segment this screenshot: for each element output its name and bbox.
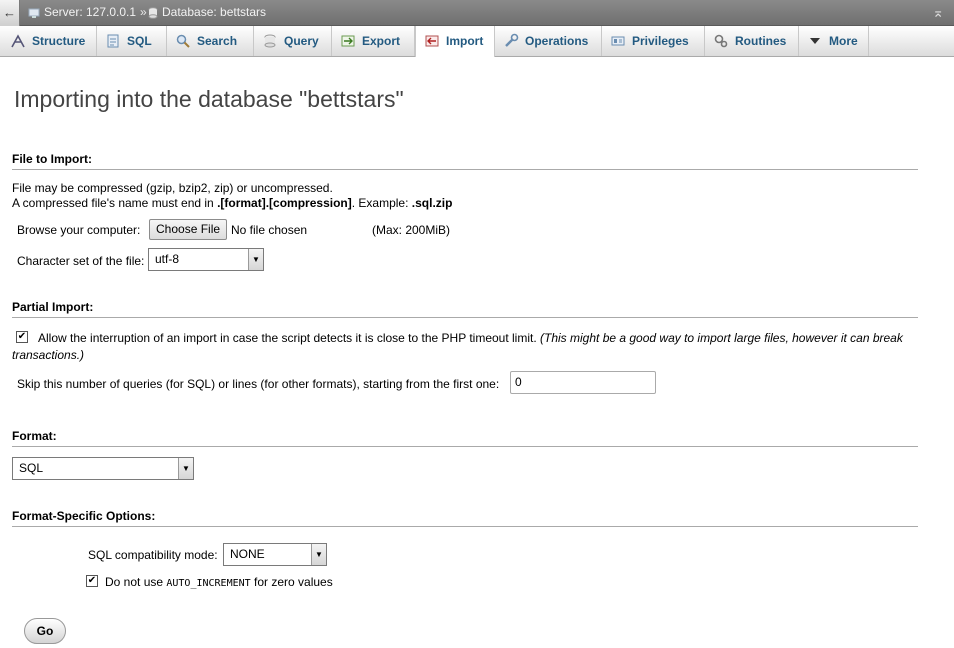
routines-icon xyxy=(714,34,728,48)
import-icon xyxy=(425,35,439,47)
collapse-icon[interactable]: ⌅ xyxy=(932,0,944,25)
breadcrumb-database-link[interactable]: Database: bettstars xyxy=(148,0,266,26)
tab-routines-label: Routines xyxy=(735,34,787,48)
charset-value: utf-8 xyxy=(155,252,180,266)
compressed-name-note: A compressed file's name must end in .[f… xyxy=(12,196,452,210)
tab-bar: Structure SQL Search Query Export Import… xyxy=(0,26,954,57)
format-options-heading: Format-Specific Options: xyxy=(12,509,918,527)
tab-query[interactable]: Query xyxy=(254,26,332,56)
skip-queries-label: Skip this number of queries (for SQL) or… xyxy=(17,377,500,391)
tab-privileges-label: Privileges xyxy=(632,34,689,48)
sql-compat-label: SQL compatibility mode: xyxy=(88,548,218,562)
export-icon xyxy=(341,35,355,47)
max-size-text: (Max: 200MiB) xyxy=(372,223,451,237)
chevron-down-icon: ▼ xyxy=(311,544,326,565)
partial-import-heading: Partial Import: xyxy=(12,300,918,318)
file-to-import-heading: File to Import: xyxy=(12,152,918,170)
privileges-icon xyxy=(611,36,625,46)
tab-more[interactable]: More xyxy=(799,26,869,56)
auto-inc-code: AUTO_INCREMENT xyxy=(166,578,251,589)
chevron-down-icon: ▼ xyxy=(178,458,193,479)
operations-icon xyxy=(505,33,519,47)
charset-select[interactable]: utf-8 ▼ xyxy=(148,248,264,271)
note-format: .[format].[compression] xyxy=(217,196,352,210)
allow-interrupt-text: Allow the interruption of an import in c… xyxy=(38,331,537,345)
auto-inc-suffix: for zero values xyxy=(250,575,333,589)
go-button[interactable]: Go xyxy=(24,618,66,644)
compression-note: File may be compressed (gzip, bzip2, zip… xyxy=(12,181,333,195)
breadcrumb-separator: » xyxy=(140,5,147,19)
query-icon xyxy=(264,34,276,48)
charset-label: Character set of the file: xyxy=(17,254,145,268)
note-mid: . Example: xyxy=(351,196,412,210)
tab-structure[interactable]: Structure xyxy=(2,26,97,56)
skip-queries-input[interactable]: 0 xyxy=(510,371,656,394)
no-file-chosen-text: No file chosen xyxy=(231,223,308,237)
format-value: SQL xyxy=(19,461,44,475)
tab-operations[interactable]: Operations xyxy=(495,26,602,56)
tab-routines[interactable]: Routines xyxy=(705,26,799,56)
sql-compat-value: NONE xyxy=(230,547,265,561)
no-auto-increment-label: Do not use AUTO_INCREMENT for zero value… xyxy=(105,575,333,589)
format-select[interactable]: SQL ▼ xyxy=(12,457,194,480)
database-icon xyxy=(148,7,158,19)
auto-inc-prefix: Do not use xyxy=(105,575,167,589)
search-icon xyxy=(176,34,190,48)
chevron-down-icon: ▼ xyxy=(248,249,263,270)
structure-icon xyxy=(11,34,25,48)
choose-file-button[interactable]: Choose File xyxy=(149,219,228,240)
note-prefix: A compressed file's name must end in xyxy=(12,196,218,210)
breadcrumb-server-label: Server: 127.0.0.1 xyxy=(44,5,137,19)
sql-compat-select[interactable]: NONE ▼ xyxy=(223,543,327,566)
tab-search-label: Search xyxy=(197,34,238,48)
no-auto-increment-checkbox[interactable]: ✔ xyxy=(86,575,98,587)
breadcrumb-bar: ← Server: 127.0.0.1 » Database: bettstar… xyxy=(0,0,954,26)
breadcrumb-server-link[interactable]: Server: 127.0.0.1 xyxy=(28,0,136,26)
tab-import-label: Import xyxy=(446,34,484,48)
tab-operations-label: Operations xyxy=(525,34,589,48)
tab-sql[interactable]: SQL xyxy=(97,26,167,56)
tab-privileges[interactable]: Privileges xyxy=(602,26,705,56)
format-heading: Format: xyxy=(12,429,918,447)
server-icon xyxy=(28,8,40,18)
tab-sql-label: SQL xyxy=(127,34,152,48)
tab-query-label: Query xyxy=(284,34,319,48)
tab-export[interactable]: Export xyxy=(332,26,415,56)
tab-more-label: More xyxy=(829,34,858,48)
sql-icon xyxy=(107,34,119,48)
back-arrow-icon[interactable]: ← xyxy=(0,0,20,26)
tab-import[interactable]: Import xyxy=(415,26,495,57)
note-example: .sql.zip xyxy=(411,196,453,210)
allow-interrupt-checkbox[interactable]: ✔ xyxy=(16,331,28,343)
tab-export-label: Export xyxy=(362,34,401,48)
allow-interrupt-note-continued: transactions.) xyxy=(12,348,85,362)
allow-interrupt-note: (This might be a good way to import larg… xyxy=(540,331,903,345)
allow-interrupt-label: Allow the interruption of an import in c… xyxy=(38,331,903,345)
page-title: Importing into the database "bettstars" xyxy=(14,86,404,112)
dropdown-arrow-icon xyxy=(810,37,820,44)
tab-search[interactable]: Search xyxy=(167,26,254,56)
breadcrumb-database-label: Database: bettstars xyxy=(162,5,267,19)
browse-label: Browse your computer: xyxy=(17,223,141,237)
tab-structure-label: Structure xyxy=(32,34,86,48)
